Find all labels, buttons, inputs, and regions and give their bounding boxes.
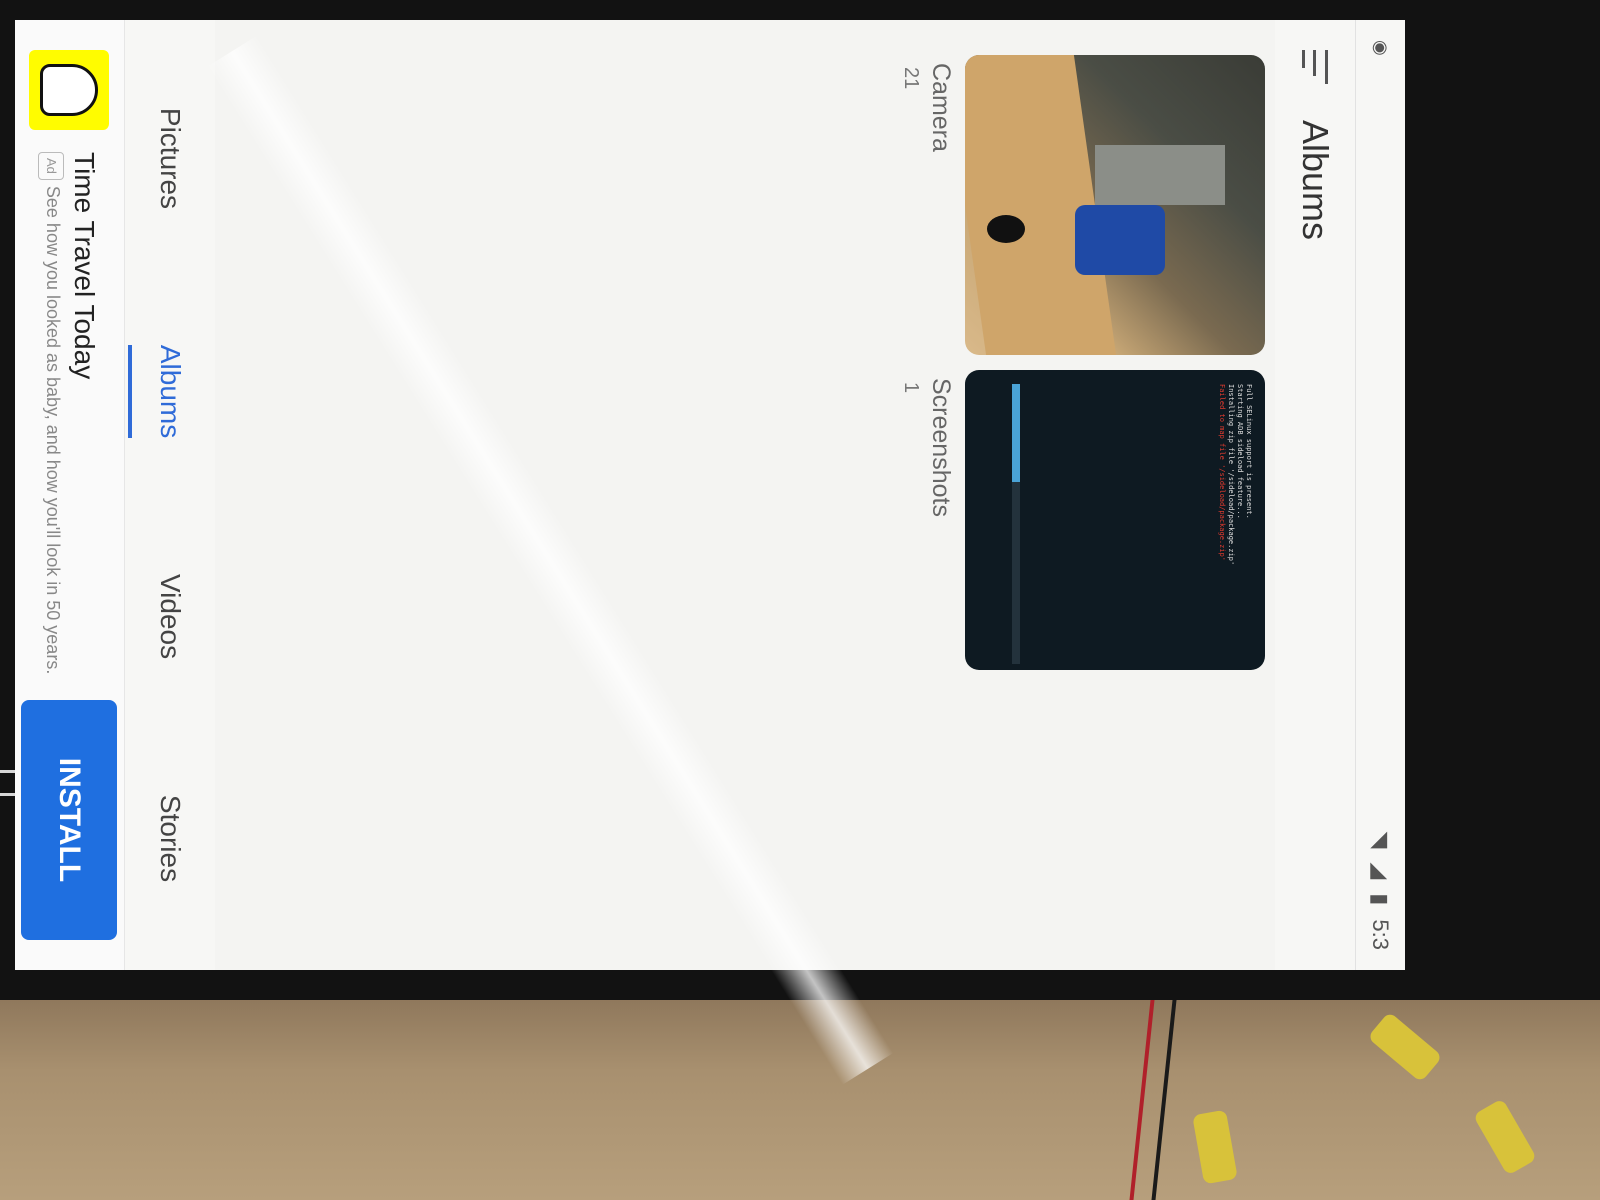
status-time: 5:3: [1368, 919, 1394, 950]
tab-videos[interactable]: Videos: [144, 574, 196, 659]
tab-albums[interactable]: Albums: [144, 345, 196, 438]
page-title: Albums: [1295, 120, 1336, 241]
install-button[interactable]: INSTALL: [21, 700, 118, 940]
progress-bar: [1012, 384, 1020, 664]
album-screenshots[interactable]: Full SELinux support is present. Startin…: [899, 370, 1265, 670]
ad-title: Time Travel Today: [69, 152, 101, 380]
album-name: Screenshots: [927, 378, 955, 517]
wifi-icon: ◥: [1368, 831, 1394, 849]
battery-icon: ▮: [1368, 893, 1394, 906]
album-thumbnail[interactable]: [965, 55, 1265, 355]
ad-badge: Ad: [38, 152, 65, 180]
menu-icon[interactable]: [1302, 50, 1328, 84]
terminal-text: Full SELinux support is present. Startin…: [1218, 384, 1253, 566]
signal-icon: ◢: [1368, 862, 1394, 880]
status-bar: ◉ ◥ ◢ ▮ 5:3: [1355, 20, 1405, 970]
app-bar: Albums: [1275, 20, 1355, 970]
album-count: 1: [900, 382, 922, 394]
album-camera[interactable]: Camera 21: [899, 55, 1265, 355]
device-screen: ◉ ◥ ◢ ▮ 5:3 Albums Camera 21 Full SELinu…: [15, 20, 1405, 970]
tab-stories[interactable]: Stories: [144, 795, 196, 882]
snapchat-logo-icon: [29, 50, 110, 130]
ad-subtitle: AdSee how you looked as baby, and how yo…: [38, 152, 65, 678]
main-content: Camera 21 Full SELinux support is presen…: [15, 20, 1275, 970]
ad-banner[interactable]: Time Travel Today AdSee how you looked a…: [15, 20, 125, 970]
ad-text: Time Travel Today AdSee how you looked a…: [38, 152, 101, 678]
location-icon: ◉: [1371, 40, 1391, 56]
desk-surface: [0, 985, 1600, 1200]
album-name: Camera: [927, 63, 955, 152]
bottom-tabs: Pictures Albums Videos Stories: [125, 20, 215, 970]
album-count: 21: [900, 67, 922, 90]
albums-grid: Camera 21 Full SELinux support is presen…: [899, 20, 1275, 970]
tab-pictures[interactable]: Pictures: [144, 108, 196, 209]
album-thumbnail[interactable]: Full SELinux support is present. Startin…: [965, 370, 1265, 670]
